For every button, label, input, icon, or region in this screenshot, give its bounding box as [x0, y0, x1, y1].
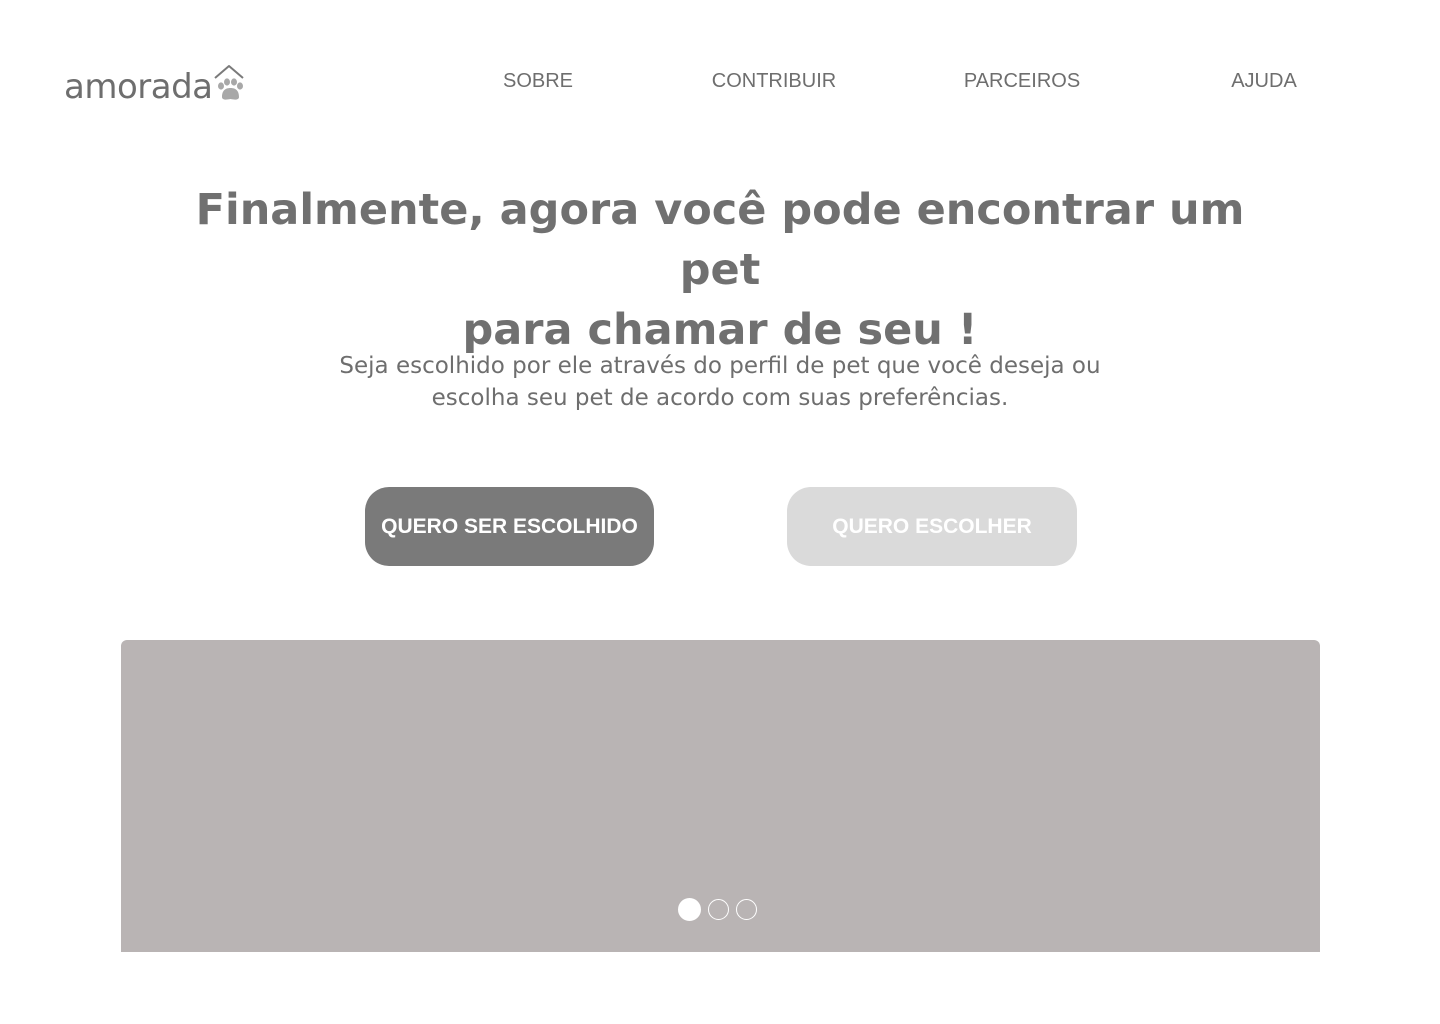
carousel-indicators [678, 898, 757, 921]
nav-contribuir[interactable]: CONTRIBUIR [712, 70, 836, 93]
landing-page: amorada SOBRE CONTRIBUIR PARCEIROS AJUDA… [0, 0, 1440, 1024]
hero-headline-line2: para chamar de seu ! [462, 305, 978, 355]
hero-subtext-line2: escolha seu pet de acordo com suas prefe… [431, 385, 1009, 411]
carousel-dot-2[interactable] [708, 899, 729, 920]
hero-carousel[interactable] [121, 640, 1320, 952]
nav-ajuda[interactable]: AJUDA [1231, 70, 1297, 93]
hero-headline-line1: Finalmente, agora você pode encontrar um… [195, 185, 1245, 295]
hero-subtext-line1: Seja escolhido por ele através do perfil… [339, 353, 1101, 379]
nav-parceiros[interactable]: PARCEIROS [964, 70, 1080, 93]
nav-sobre[interactable]: SOBRE [503, 70, 573, 93]
carousel-dot-1[interactable] [678, 898, 701, 921]
hero-subtext: Seja escolhido por ele através do perfil… [280, 350, 1160, 414]
quero-ser-escolhido-button[interactable]: QUERO SER ESCOLHIDO [365, 487, 654, 566]
house-paw-icon [213, 65, 244, 100]
hero-headline: Finalmente, agora você pode encontrar um… [160, 180, 1280, 360]
carousel-dot-3[interactable] [736, 899, 757, 920]
quero-escolher-button[interactable]: QUERO ESCOLHER [787, 487, 1077, 566]
brand-logo[interactable]: amorada [64, 56, 245, 104]
logo-wordmark: amorada [64, 67, 213, 107]
